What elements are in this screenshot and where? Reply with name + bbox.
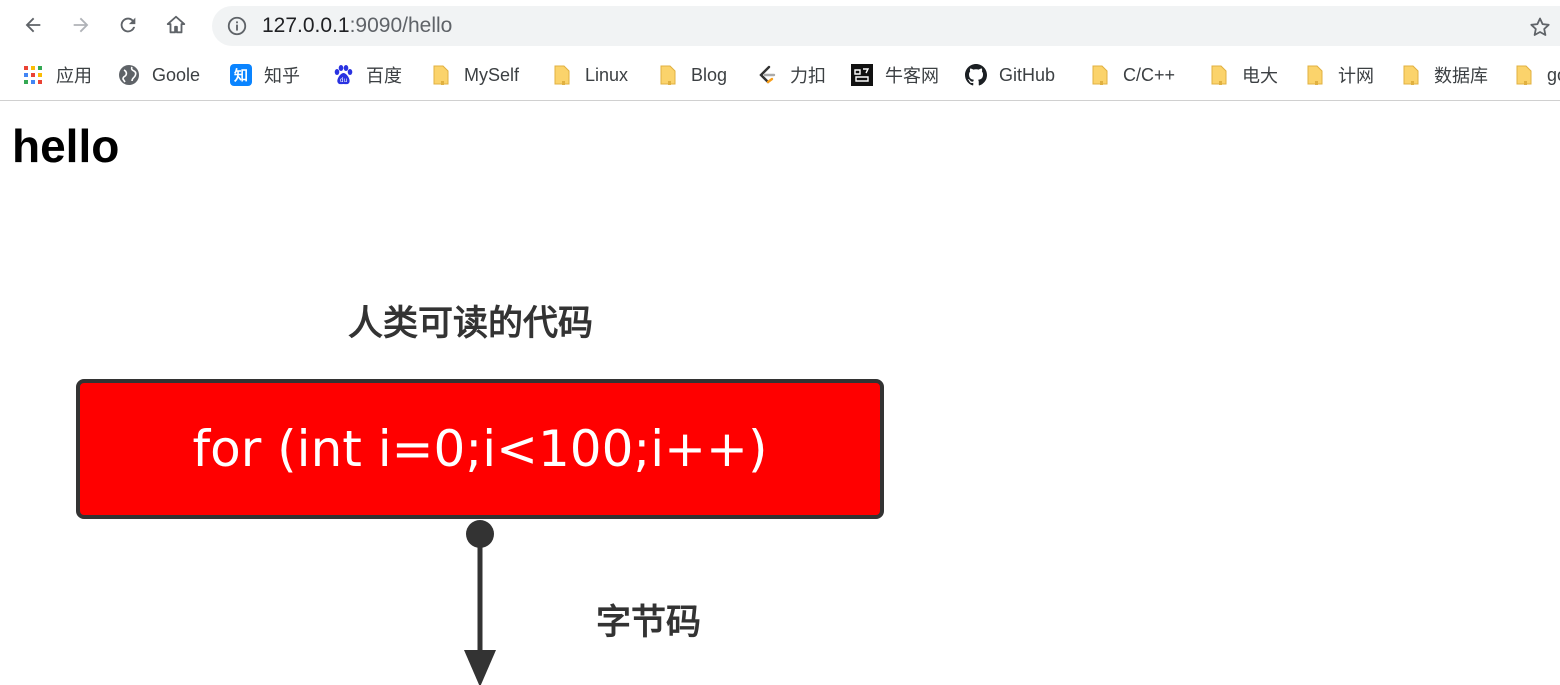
arrow-shaft xyxy=(477,534,483,654)
github-icon xyxy=(965,64,987,86)
bookmark-label: 百度 xyxy=(366,66,402,86)
nowcoder-icon xyxy=(851,64,873,86)
bookmark-item[interactable]: Linux xyxy=(551,62,628,88)
apps-grid-icon xyxy=(22,64,44,86)
bookmark-label: Goole xyxy=(152,64,201,85)
browser-toolbar: 127.0.0.1:9090/hello xyxy=(0,0,1560,52)
leetcode-icon xyxy=(756,64,778,86)
url-text: 127.0.0.1:9090/hello xyxy=(262,14,452,38)
bookmark-item[interactable]: MySelf xyxy=(430,62,519,88)
folder-icon xyxy=(1208,64,1230,86)
bookmark-item[interactable]: 力扣 xyxy=(756,62,826,88)
bookmark-item[interactable]: 电大 xyxy=(1208,62,1278,88)
back-arrow-icon xyxy=(25,17,41,33)
reload-icon xyxy=(120,17,136,33)
bookmark-item[interactable]: 数据库 xyxy=(1400,62,1488,88)
bookmark-item[interactable]: 应用 xyxy=(22,62,92,88)
page-content: hello 人类可读的代码 for (int i=0;i<100;i++) 字节… xyxy=(0,102,1560,685)
bookmark-label: 知乎 xyxy=(264,66,300,86)
folder-icon xyxy=(1089,64,1111,86)
bookmark-item[interactable]: go xyxy=(1513,62,1560,88)
folder-icon xyxy=(1304,64,1326,86)
home-icon xyxy=(166,15,186,34)
bookmark-label: 应用 xyxy=(56,66,92,86)
folder-icon xyxy=(1400,64,1422,86)
bookmark-label: 力扣 xyxy=(790,66,826,86)
bookmark-item[interactable]: 计网 xyxy=(1304,62,1374,88)
bookmark-label: Linux xyxy=(585,64,629,85)
folder-icon xyxy=(1513,64,1535,86)
info-icon[interactable] xyxy=(226,15,248,37)
figure-top-label: 人类可读的代码 xyxy=(348,304,594,344)
bookmark-item[interactable]: 知知乎 xyxy=(230,62,300,88)
zhihu-icon: 知 xyxy=(230,64,252,86)
bookmark-label: 计网 xyxy=(1338,66,1374,86)
folder-icon xyxy=(430,64,452,86)
home-button[interactable] xyxy=(159,8,193,42)
bookmark-label: MySelf xyxy=(464,64,520,85)
forward-arrow-icon xyxy=(73,17,89,33)
svg-text:du: du xyxy=(340,77,348,84)
arrow-head xyxy=(464,650,496,685)
bookmark-label: Blog xyxy=(691,64,728,85)
bookmark-label: go xyxy=(1547,64,1560,85)
baidu-paw-icon: du xyxy=(332,64,354,86)
reload-button[interactable] xyxy=(111,8,145,42)
globe-icon xyxy=(118,64,140,86)
bookmark-item[interactable]: Goole xyxy=(118,62,200,88)
url-path: :9090/hello xyxy=(349,14,453,37)
folder-icon xyxy=(657,64,679,86)
back-button[interactable] xyxy=(16,8,50,42)
url-host: 127.0.0.1 xyxy=(262,14,350,37)
bookmark-label: GitHub xyxy=(999,64,1056,85)
figure-arrow-label: 字节码 xyxy=(596,603,702,643)
svg-text:知: 知 xyxy=(234,68,248,85)
bookmarks-bar: 应用 Goole 知知乎 du 百度 MySelf Linux Blog 力扣 牛客网 GitHub… xyxy=(0,52,1560,101)
folder-icon xyxy=(551,64,573,86)
address-bar[interactable]: 127.0.0.1:9090/hello xyxy=(212,6,1560,46)
code-text: for (int i=0;i<100;i++) xyxy=(192,420,768,478)
bookmark-item[interactable]: Blog xyxy=(657,62,727,88)
bookmark-label: 电大 xyxy=(1242,66,1278,86)
bookmark-item[interactable]: GitHub xyxy=(965,62,1055,88)
bookmark-label: 牛客网 xyxy=(885,66,939,86)
down-arrow xyxy=(464,520,496,685)
bookmark-item[interactable]: C/C++ xyxy=(1089,62,1175,88)
forward-button[interactable] xyxy=(64,8,98,42)
bookmark-label: C/C++ xyxy=(1123,64,1176,85)
bookmark-item[interactable]: du 百度 xyxy=(332,62,402,88)
bookmark-star-icon[interactable] xyxy=(1528,15,1552,39)
bookmark-label: 数据库 xyxy=(1434,66,1488,86)
bookmark-item[interactable]: 牛客网 xyxy=(851,62,939,88)
code-box: for (int i=0;i<100;i++) xyxy=(76,379,884,519)
page-heading: hello xyxy=(12,120,120,172)
